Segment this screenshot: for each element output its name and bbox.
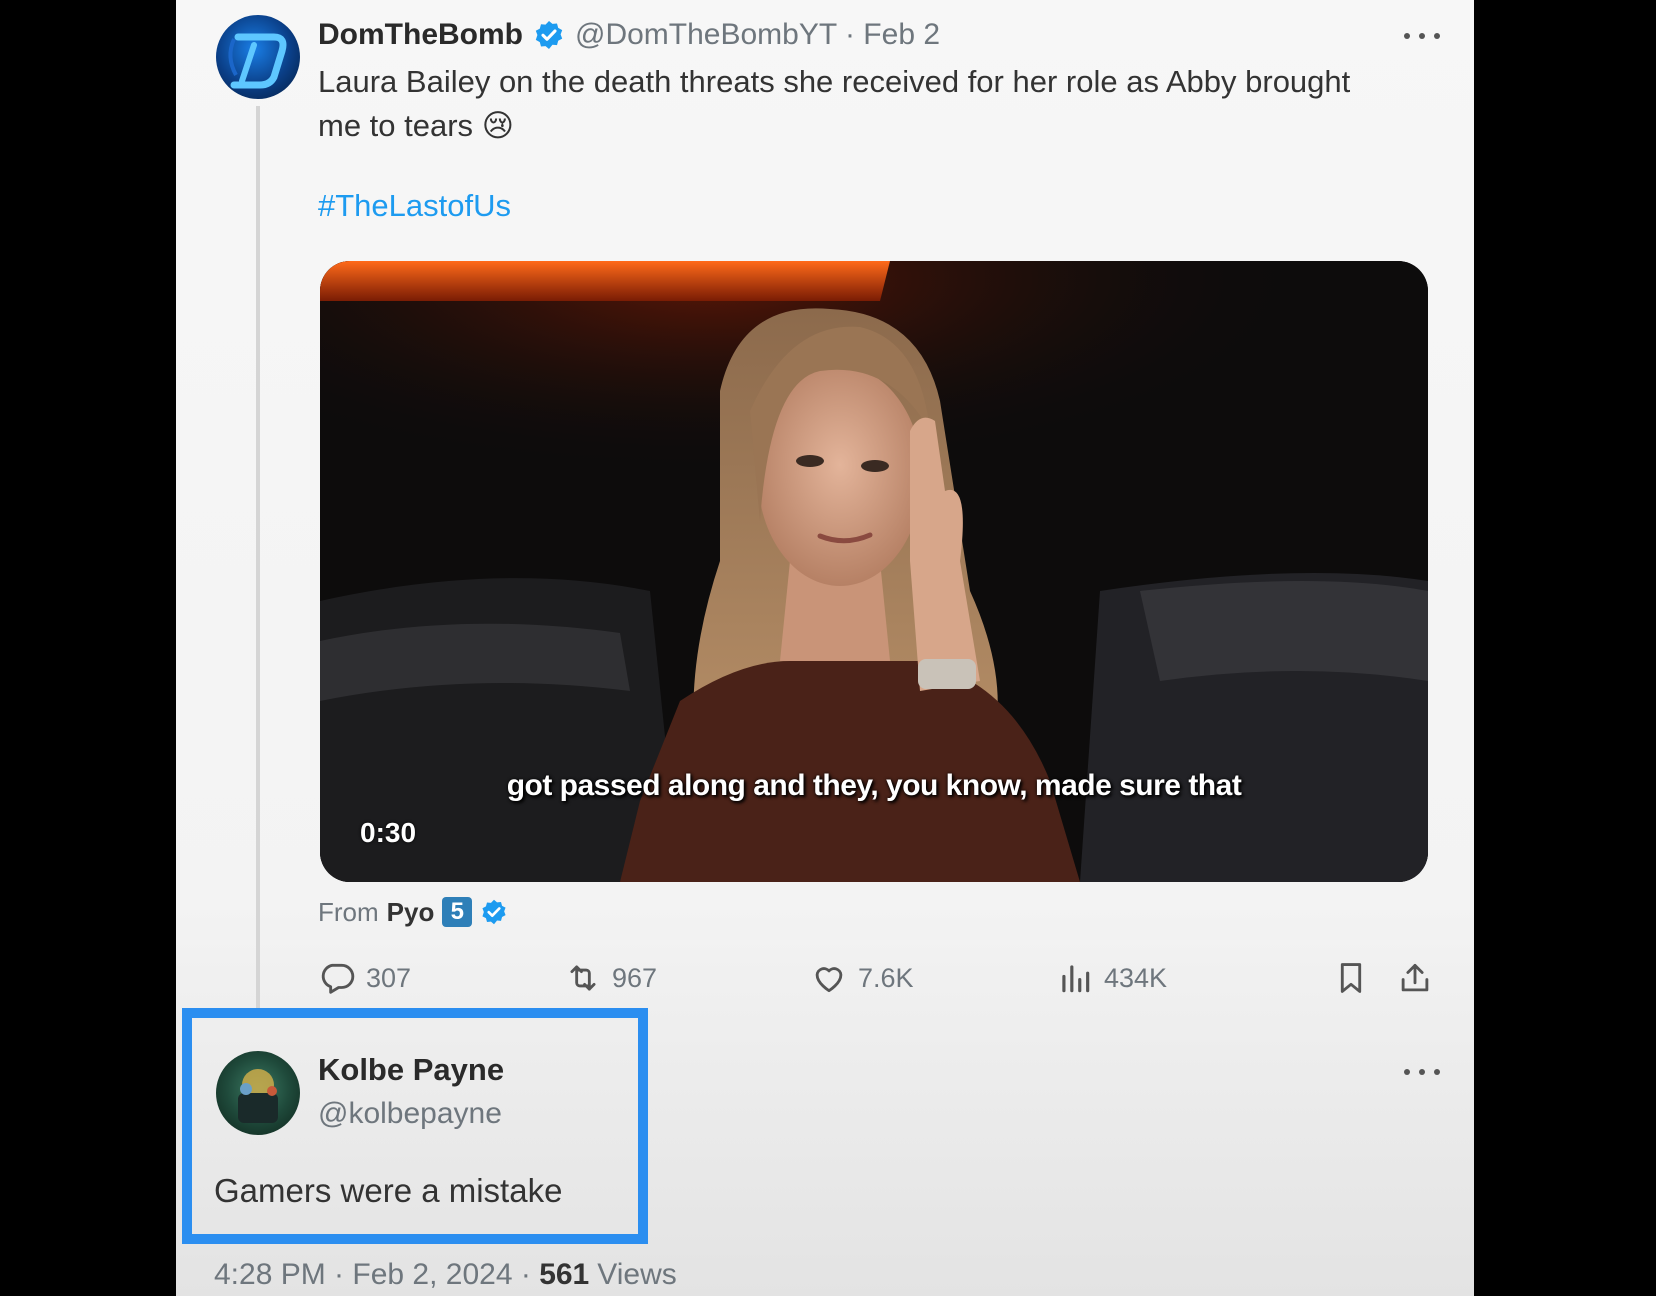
more-icon[interactable] — [1404, 26, 1440, 46]
from-label: From — [318, 896, 379, 927]
video-player[interactable]: got passed along and they, you know, mad… — [320, 261, 1428, 882]
reply-icon — [321, 963, 355, 994]
reply-button[interactable]: 307 — [318, 956, 411, 1000]
screen: DomTheBomb @DomTheBombYT · Feb 2 Laura B… — [0, 0, 1656, 1296]
tweet-text-line: me to tears 😢 — [318, 104, 1438, 148]
like-count: 7.6K — [858, 962, 914, 993]
tweet-text-end: me to tears — [318, 108, 474, 143]
views-icon — [1062, 965, 1090, 993]
reply-avatar-image — [238, 1069, 278, 1123]
bookmark-icon — [1340, 963, 1362, 993]
like-icon — [815, 967, 843, 993]
views-count: 434K — [1104, 962, 1168, 993]
share-button[interactable] — [1396, 956, 1434, 1000]
more-icon[interactable] — [1404, 1062, 1440, 1082]
tweet-actions: 307 967 7.6K 434K — [318, 956, 1438, 1000]
share-icon — [1401, 963, 1429, 992]
repost-icon — [570, 965, 596, 991]
video-subtitle: got passed along and they, you know, mad… — [506, 769, 1242, 802]
source-account-badge-icon: 5 — [442, 897, 473, 927]
reply-meta: 4:28 PM · Feb 2, 2024 · 561 Views — [214, 1255, 677, 1295]
verified-badge-icon — [482, 899, 506, 925]
bookmark-button[interactable] — [1332, 956, 1370, 1000]
reply-timestamp[interactable]: 4:28 PM · Feb 2, 2024 · — [214, 1258, 531, 1292]
author-name[interactable]: DomTheBomb — [318, 18, 523, 52]
repost-button[interactable]: 967 — [564, 956, 657, 1000]
avatar-logo-icon — [228, 33, 287, 89]
source-account-link[interactable]: Pyo — [387, 897, 435, 928]
video-source: From Pyo 5 — [318, 894, 508, 930]
verified-badge-icon — [535, 21, 563, 49]
reply-views-label: Views — [597, 1258, 677, 1291]
crying-face-emoji: 😢 — [481, 108, 515, 143]
tweet-header: DomTheBomb @DomTheBombYT · Feb 2 — [318, 15, 940, 55]
avatar[interactable] — [216, 15, 300, 99]
reply-text: Gamers were a mistake — [214, 1172, 563, 1209]
thread-line — [256, 106, 260, 1008]
reply-author-name[interactable]: Kolbe Payne — [318, 1052, 504, 1088]
reply-views-count: 561 — [539, 1258, 590, 1291]
reply-author-handle[interactable]: @kolbepayne — [318, 1097, 502, 1131]
like-button[interactable]: 7.6K — [810, 956, 914, 1000]
video-duration: 0:30 — [360, 817, 417, 848]
reply-count: 307 — [366, 962, 412, 993]
tweet-panel: DomTheBomb @DomTheBombYT · Feb 2 Laura B… — [176, 0, 1474, 1296]
author-handle-date[interactable]: @DomTheBombYT · Feb 2 — [575, 18, 940, 52]
repost-count: 967 — [612, 962, 658, 993]
tweet-text: Laura Bailey on the death threats she re… — [318, 60, 1438, 148]
reply-avatar[interactable] — [216, 1051, 300, 1135]
tweet-text-line: Laura Bailey on the death threats she re… — [318, 64, 1351, 99]
hashtag-link[interactable]: #TheLastofUs — [318, 188, 511, 224]
views-button[interactable]: 434K — [1056, 956, 1167, 1000]
